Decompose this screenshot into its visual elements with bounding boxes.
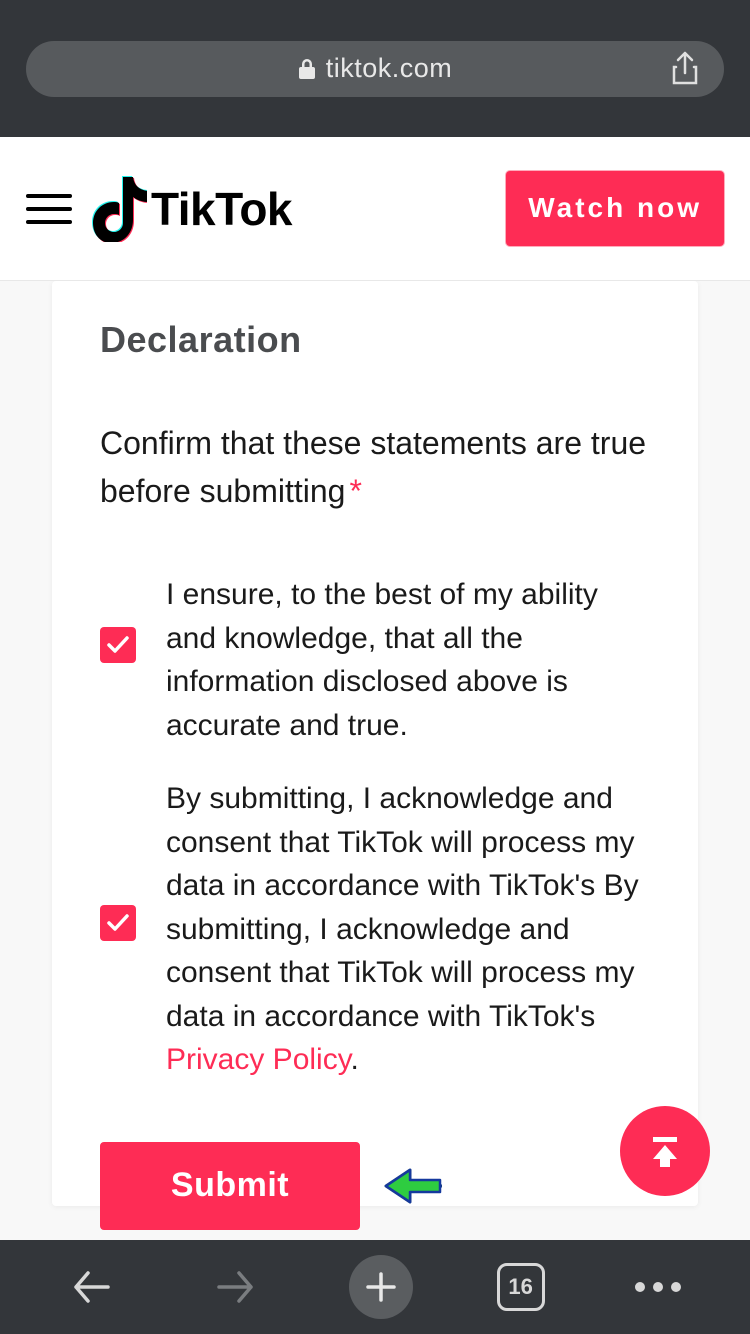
submit-button[interactable]: Submit — [100, 1142, 360, 1230]
check-icon — [107, 914, 129, 932]
plus-icon — [364, 1270, 398, 1304]
declaration-title: Declaration — [100, 319, 650, 361]
browser-new-tab-button[interactable] — [349, 1255, 413, 1319]
browser-tabs-button[interactable]: 16 — [497, 1263, 545, 1311]
annotation-arrow-icon — [382, 1160, 444, 1212]
dots-horizontal-icon — [635, 1282, 681, 1292]
address-bar[interactable]: tiktok.com — [26, 41, 724, 97]
declaration-item-1-text: I ensure, to the best of my ability and … — [166, 573, 650, 747]
tiktok-note-icon — [92, 176, 147, 242]
arrow-up-icon — [645, 1131, 685, 1171]
declaration-card: Declaration Confirm that these statement… — [52, 281, 698, 1206]
browser-back-button[interactable] — [62, 1257, 122, 1317]
lock-icon — [298, 58, 316, 80]
declaration-item-2: By submitting, I acknowledge and consent… — [100, 777, 650, 1082]
share-icon[interactable] — [670, 51, 700, 87]
checkbox-2[interactable] — [100, 905, 136, 941]
privacy-policy-link[interactable]: Privacy Policy — [166, 1043, 350, 1076]
content-area: Declaration Confirm that these statement… — [0, 281, 750, 1240]
check-icon — [107, 636, 129, 654]
checkbox-1[interactable] — [100, 627, 136, 663]
tab-count: 16 — [508, 1274, 532, 1300]
browser-toolbar: 16 — [0, 1240, 750, 1334]
tiktok-logo[interactable]: TikTok — [92, 176, 292, 242]
site-header: TikTok Watch now — [0, 137, 750, 281]
declaration-item-1: I ensure, to the best of my ability and … — [100, 573, 650, 747]
tiktok-wordmark: TikTok — [151, 182, 292, 236]
watch-now-button[interactable]: Watch now — [506, 171, 724, 246]
url-text: tiktok.com — [326, 53, 453, 84]
scroll-to-top-button[interactable] — [620, 1106, 710, 1196]
browser-forward-button[interactable] — [205, 1257, 265, 1317]
arrow-left-icon — [70, 1265, 114, 1309]
browser-menu-button[interactable] — [628, 1257, 688, 1317]
confirm-statement: Confirm that these statements are true b… — [100, 419, 650, 515]
declaration-item-2-text: By submitting, I acknowledge and consent… — [166, 777, 650, 1082]
arrow-right-icon — [213, 1265, 257, 1309]
browser-address-bar-region: tiktok.com — [0, 0, 750, 137]
required-asterisk: * — [349, 473, 361, 509]
hamburger-menu-icon[interactable] — [26, 186, 72, 232]
